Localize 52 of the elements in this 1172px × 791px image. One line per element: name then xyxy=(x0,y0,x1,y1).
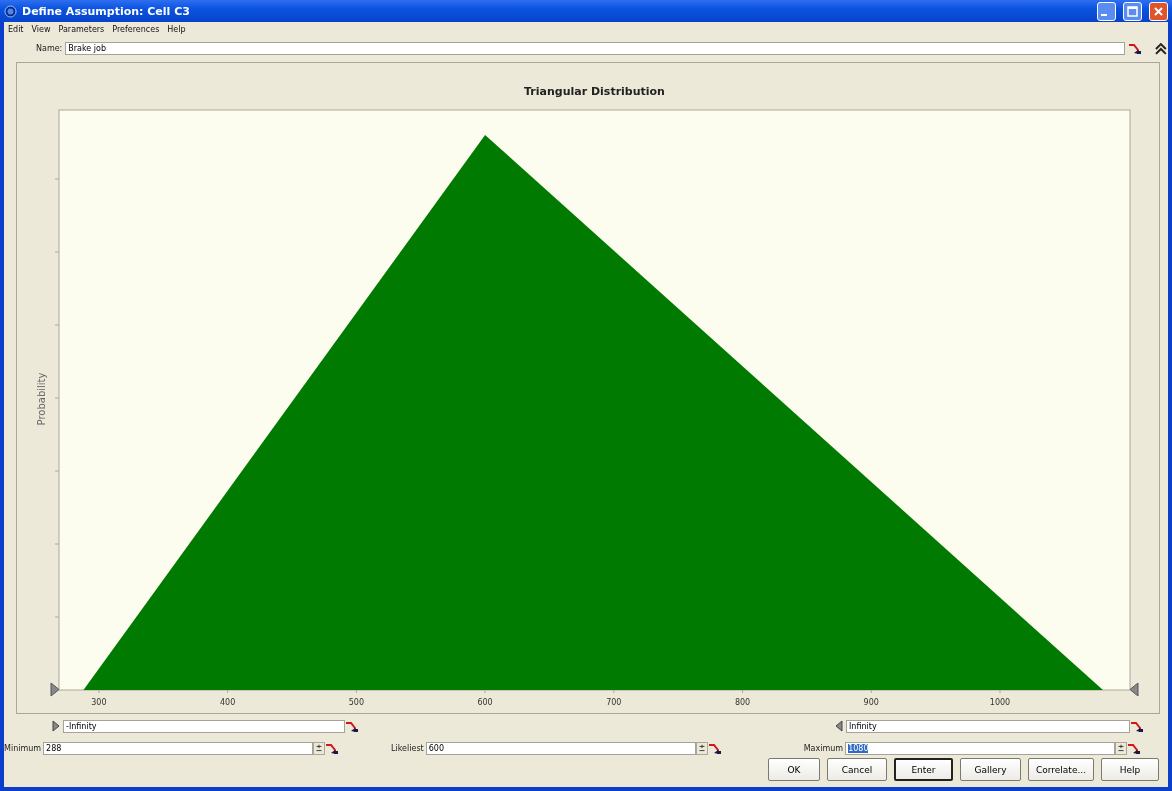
collapse-icon[interactable] xyxy=(1154,41,1168,56)
cell-reference-icon[interactable] xyxy=(707,741,722,755)
cell-reference-icon[interactable] xyxy=(1127,741,1142,755)
axis-tick-label: 900 xyxy=(863,698,879,707)
dialog-button[interactable]: Gallery xyxy=(960,758,1021,781)
bound-field[interactable]: -Infinity xyxy=(63,719,345,733)
spinner-icon[interactable] xyxy=(313,741,326,755)
maximize-icon xyxy=(1127,5,1138,17)
right-triangle-icon xyxy=(52,720,60,732)
axis-tick-label: 800 xyxy=(734,698,751,707)
menu-item[interactable]: View xyxy=(31,25,51,34)
upper-bound-handle[interactable] xyxy=(1129,682,1139,697)
dialog-button[interactable]: Enter xyxy=(894,758,953,781)
parameter-label: Minimum xyxy=(4,743,42,753)
bound-field[interactable]: Infinity xyxy=(846,719,1130,733)
close-button[interactable] xyxy=(1149,1,1168,21)
minimize-icon xyxy=(1101,13,1107,16)
axis-tick-label: 700 xyxy=(606,698,622,707)
close-icon xyxy=(1153,5,1164,17)
y-axis-label: Probability xyxy=(36,372,47,426)
parameter-field[interactable]: 288 xyxy=(43,741,314,755)
parameter-field[interactable]: 1080 xyxy=(845,741,1116,755)
axis-tick-label: 1000 xyxy=(989,698,1011,707)
dialog-button[interactable]: Help xyxy=(1101,758,1159,781)
name-label: Name: xyxy=(36,44,63,53)
cell-reference-icon[interactable] xyxy=(345,719,359,733)
spinner-icon[interactable] xyxy=(1115,741,1128,755)
parameter-label: Maximum xyxy=(803,743,844,753)
chart-title: Triangular Distribution xyxy=(524,85,665,98)
axis-tick-label: 300 xyxy=(91,698,107,707)
menu-item[interactable]: Edit xyxy=(8,25,24,34)
dialog-button[interactable]: Cancel xyxy=(827,758,887,781)
name-field[interactable]: Brake job xyxy=(65,42,1126,55)
lower-bound-handle[interactable] xyxy=(50,682,60,697)
cell-reference-icon[interactable] xyxy=(325,741,340,755)
maximize-button[interactable] xyxy=(1123,1,1142,21)
dialog-button[interactable]: OK xyxy=(768,758,820,781)
cell-reference-icon[interactable] xyxy=(1130,719,1144,733)
menu-item[interactable]: Parameters xyxy=(58,25,105,34)
parameter-label: Likeliest xyxy=(391,743,424,753)
menu-item[interactable]: Help xyxy=(167,25,186,34)
menu-item[interactable]: Preferences xyxy=(112,25,160,34)
minimize-button[interactable] xyxy=(1097,1,1116,21)
left-triangle-icon xyxy=(835,720,843,732)
axis-tick-label: 500 xyxy=(348,698,364,707)
axis-tick-label: 600 xyxy=(477,698,493,707)
dialog-button[interactable]: Correlate... xyxy=(1028,758,1094,781)
window-title: Define Assumption: Cell C3 xyxy=(22,4,191,18)
app-icon xyxy=(4,4,17,18)
axis-tick-label: 400 xyxy=(220,698,236,707)
parameter-field[interactable]: 600 xyxy=(425,741,696,755)
cell-reference-icon[interactable] xyxy=(1128,42,1143,55)
